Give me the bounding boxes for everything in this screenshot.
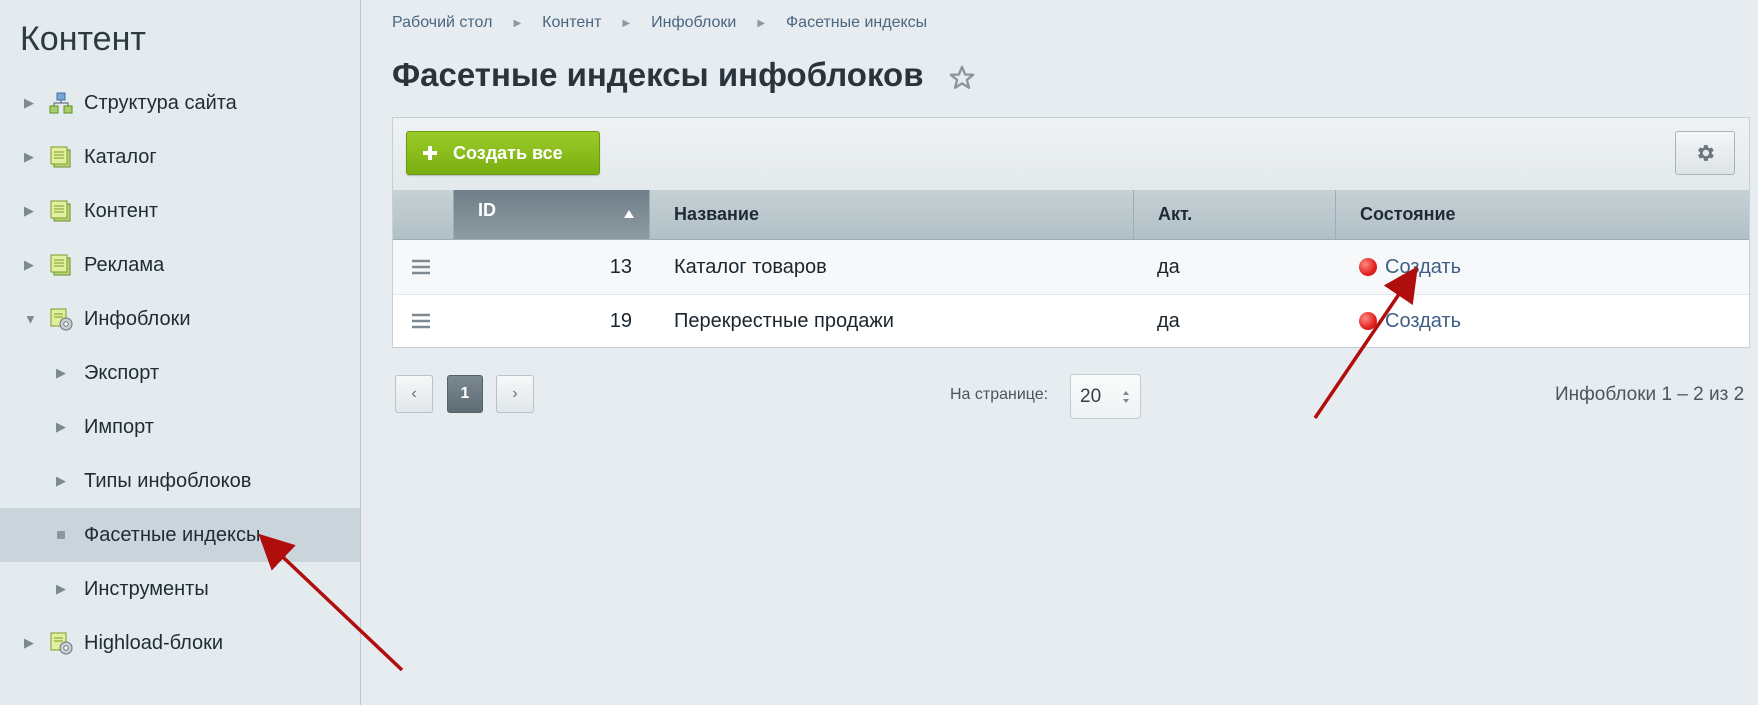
cell-active: да bbox=[1157, 255, 1180, 278]
updown-arrows-icon bbox=[1123, 391, 1129, 403]
list-document-icon bbox=[50, 200, 71, 222]
cell-status: Создать bbox=[1359, 294, 1461, 348]
gear-icon bbox=[1698, 145, 1714, 161]
prev-page-button[interactable]: ‹ bbox=[395, 375, 433, 413]
sidebar-item-label: Highload-блоки bbox=[84, 631, 224, 654]
sidebar-item-highload-blocks[interactable]: ▶ Highload-блоки bbox=[0, 616, 360, 670]
create-all-label: Создать все bbox=[453, 142, 563, 163]
infoblock-gear-icon bbox=[50, 308, 73, 331]
sidebar-item-site-structure[interactable]: ▶ Структура сайта bbox=[0, 76, 360, 130]
sidebar-item-export[interactable]: ▶ Экспорт bbox=[0, 346, 360, 400]
sidebar-item-label: Фасетные индексы bbox=[84, 523, 261, 546]
breadcrumb-link[interactable]: Фасетные индексы bbox=[786, 14, 927, 32]
sidebar-item-label: Импорт bbox=[84, 415, 154, 438]
create-index-link[interactable]: Создать bbox=[1385, 256, 1461, 279]
sidebar-title: Контент bbox=[20, 20, 146, 58]
sidebar-item-label: Реклама bbox=[84, 253, 165, 276]
sidebar-item-label: Экспорт bbox=[84, 361, 160, 384]
chevron-right-icon: › bbox=[512, 385, 518, 402]
data-grid: Создать все ID Название Акт. Состояние 1… bbox=[392, 117, 1750, 349]
expand-arrow-icon[interactable]: ▶ bbox=[24, 635, 34, 651]
cell-id: 13 bbox=[609, 255, 632, 278]
expand-arrow-icon[interactable]: ▶ bbox=[56, 419, 66, 435]
sidebar-item-tools[interactable]: ▶ Инструменты bbox=[0, 562, 360, 616]
list-document-icon bbox=[50, 146, 71, 168]
sidebar-item-label: Каталог bbox=[84, 145, 157, 168]
sidebar-item-import[interactable]: ▶ Импорт bbox=[0, 400, 360, 454]
bullet-icon bbox=[57, 531, 65, 539]
table-row[interactable]: 19 Перекрестные продажи да Создать bbox=[393, 294, 1749, 349]
row-menu-button[interactable] bbox=[411, 294, 451, 348]
breadcrumb-link[interactable]: Рабочий стол bbox=[392, 14, 492, 32]
per-page-label: На странице: bbox=[950, 386, 1049, 403]
page-title: Фасетные индексы инфоблоков bbox=[392, 56, 924, 93]
infoblock-gear-icon bbox=[50, 632, 73, 655]
status-red-dot-icon bbox=[1359, 258, 1377, 276]
sidebar-menu: ▶ Структура сайта ▶ Каталог ▶ Контент ▶ … bbox=[0, 76, 360, 670]
site-structure-icon bbox=[49, 92, 73, 114]
create-all-button[interactable]: Создать все bbox=[406, 131, 600, 175]
plus-icon bbox=[423, 146, 437, 160]
breadcrumb-separator-icon: ▶ bbox=[513, 17, 522, 29]
chevron-left-icon: ‹ bbox=[411, 385, 417, 402]
sort-ascending-icon bbox=[624, 210, 634, 218]
sidebar-item-catalog[interactable]: ▶ Каталог bbox=[0, 130, 360, 184]
expand-arrow-icon[interactable]: ▶ bbox=[56, 365, 66, 381]
cell-name: Каталог товаров bbox=[674, 255, 827, 278]
grid-toolbar: Создать все bbox=[393, 118, 1749, 191]
expand-arrow-icon[interactable]: ▶ bbox=[56, 473, 66, 489]
cell-name: Перекрестные продажи bbox=[674, 309, 894, 332]
sidebar-item-facet-indexes[interactable]: Фасетные индексы bbox=[0, 508, 360, 562]
sidebar-item-label: Типы инфоблоков bbox=[84, 469, 252, 492]
sidebar: Контент ▶ Структура сайта ▶ Каталог ▶ Ко… bbox=[0, 0, 361, 705]
column-header-active[interactable]: Акт. bbox=[1134, 190, 1336, 239]
column-header-actions bbox=[393, 190, 454, 239]
page-number-button[interactable]: 1 bbox=[447, 375, 483, 413]
status-red-dot-icon bbox=[1359, 312, 1377, 330]
list-document-icon bbox=[50, 254, 71, 276]
expand-arrow-icon[interactable]: ▶ bbox=[24, 203, 34, 219]
sidebar-item-label: Инфоблоки bbox=[84, 307, 191, 330]
cell-id: 19 bbox=[609, 309, 632, 332]
column-header-name[interactable]: Название bbox=[650, 190, 1134, 239]
breadcrumb-link[interactable]: Контент bbox=[542, 14, 601, 32]
table-header: ID Название Акт. Состояние bbox=[393, 190, 1749, 240]
expand-arrow-icon[interactable]: ▶ bbox=[24, 95, 34, 111]
cell-status: Создать bbox=[1359, 240, 1461, 294]
row-menu-button[interactable] bbox=[411, 240, 451, 294]
next-page-button[interactable]: › bbox=[496, 375, 534, 413]
cell-active: да bbox=[1157, 309, 1180, 332]
grid-settings-button[interactable] bbox=[1675, 131, 1735, 175]
sidebar-item-content[interactable]: ▶ Контент bbox=[0, 184, 360, 238]
sidebar-item-infoblocks[interactable]: ▼ Инфоблоки bbox=[0, 292, 360, 346]
create-index-link[interactable]: Создать bbox=[1385, 310, 1461, 333]
expand-arrow-icon[interactable]: ▶ bbox=[56, 581, 66, 597]
sidebar-item-advertising[interactable]: ▶ Реклама bbox=[0, 238, 360, 292]
hamburger-menu-icon bbox=[412, 313, 430, 329]
column-header-id[interactable]: ID bbox=[454, 190, 650, 239]
collapse-arrow-icon[interactable]: ▼ bbox=[24, 312, 37, 327]
sidebar-item-infoblock-types[interactable]: ▶ Типы инфоблоков bbox=[0, 454, 360, 508]
expand-arrow-icon[interactable]: ▶ bbox=[24, 149, 34, 165]
breadcrumb: Рабочий стол ▶ Контент ▶ Инфоблоки ▶ Фас… bbox=[392, 14, 927, 32]
expand-arrow-icon[interactable]: ▶ bbox=[24, 257, 34, 273]
breadcrumb-separator-icon: ▶ bbox=[622, 17, 631, 29]
breadcrumb-link[interactable]: Инфоблоки bbox=[651, 14, 736, 32]
sidebar-item-label: Инструменты bbox=[84, 577, 209, 600]
sidebar-item-label: Структура сайта bbox=[84, 91, 237, 114]
breadcrumb-separator-icon: ▶ bbox=[757, 17, 766, 29]
per-page-select[interactable]: 20 bbox=[1070, 374, 1141, 419]
table-row[interactable]: 13 Каталог товаров да Создать bbox=[393, 240, 1749, 295]
favorite-star-icon[interactable] bbox=[948, 64, 976, 92]
per-page-value: 20 bbox=[1080, 385, 1102, 407]
records-total: Инфоблоки 1 – 2 из 2 bbox=[1555, 384, 1745, 405]
hamburger-menu-icon bbox=[412, 259, 430, 275]
sidebar-item-label: Контент bbox=[84, 199, 159, 222]
column-header-status[interactable]: Состояние bbox=[1336, 190, 1749, 239]
